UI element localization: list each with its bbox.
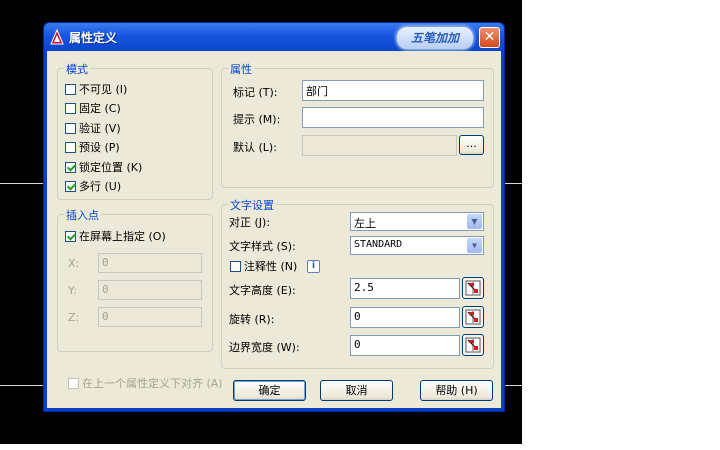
x-label: X: [68,257,80,270]
prompt-label: 提示 (M): [233,113,281,126]
dialog-title: 属性定义 [69,31,118,45]
checkbox-annotative[interactable]: 注释性 (N) [230,258,297,274]
close-button[interactable]: ✕ [479,27,500,48]
text-style-select[interactable]: STANDARD ▼ [350,236,484,255]
insertion-point-group-title: 插入点 [64,207,101,223]
cad-line [0,183,44,184]
checkbox-label: 锁定位置 (K) [79,161,143,174]
rotation-label: 旋转 (R): [229,313,275,326]
checkbox-box[interactable] [65,102,76,114]
y-label: Y: [68,284,77,297]
title-bar[interactable]: 属性定义 五笔加加 ✕ [44,23,504,51]
checkbox-label: 验证 (V) [79,122,121,135]
checkbox-preset[interactable]: 预设 (P) [65,139,120,155]
pick-height-button[interactable] [462,277,484,299]
checkbox-box[interactable] [65,161,76,173]
cad-line [503,183,522,184]
justify-label: 对正 (J): [229,216,271,229]
pick-point-icon [465,280,481,296]
ime-brand-badge: 五笔加加 [396,26,474,50]
checkbox-label: 多行 (U) [79,180,122,193]
checkbox-label: 注释性 (N) [244,260,298,273]
pick-rotation-button[interactable] [462,306,484,328]
tag-input[interactable]: 部门 [302,80,484,101]
text-style-select-value: STANDARD [354,239,403,250]
ok-button[interactable]: 确定 [233,380,306,401]
info-icon[interactable]: i [307,260,320,273]
checkbox-align-below-previous[interactable]: 在上一个属性定义下对齐 (A) [68,375,223,391]
y-coordinate-field[interactable]: 0 [98,280,202,300]
dialog-client-area: 模式 不可见 (I) 固定 (C) 验证 (V) 预设 (P) 锁定位置 (K) [47,51,501,408]
z-label: Z: [68,311,80,324]
checkbox-label: 固定 (C) [79,102,121,115]
z-coordinate-field[interactable]: 0 [98,307,202,327]
text-style-label: 文字样式 (S): [229,240,296,253]
checkbox-label: 在屏幕上指定 (O) [79,230,166,243]
tag-label: 标记 (T): [233,86,278,99]
justify-select-value: 左上 [354,217,376,230]
dropdown-arrow-icon[interactable]: ▼ [467,238,482,253]
autocad-app-icon [50,29,64,45]
pick-point-icon [465,337,481,353]
cad-line [503,385,522,386]
checkbox-specify-on-screen[interactable]: 在屏幕上指定 (O) [65,228,166,244]
cad-line [0,385,44,386]
checkbox-box[interactable] [65,230,76,242]
text-settings-group: 文字设置 对正 (J): 左上 ▼ 文字样式 (S): STANDARD ▼ 注… [221,197,494,369]
prompt-input[interactable] [302,107,484,128]
mode-group-title: 模式 [64,61,90,77]
checkbox-invisible[interactable]: 不可见 (I) [65,81,127,97]
x-coordinate-field[interactable]: 0 [98,253,202,273]
checkbox-label: 不可见 (I) [79,83,128,96]
attribute-group-title: 属性 [228,61,254,77]
text-height-label: 文字高度 (E): [229,284,296,297]
dropdown-arrow-icon[interactable]: ▼ [467,214,482,229]
default-label: 默认 (L): [233,141,277,154]
text-settings-group-title: 文字设置 [228,197,276,213]
attribute-definition-dialog: 属性定义 五笔加加 ✕ 模式 不可见 (I) 固定 (C) 验证 (V) 预设 … [43,22,505,412]
cancel-button[interactable]: 取消 [320,380,393,401]
default-input[interactable] [302,135,457,156]
checkbox-box[interactable] [230,260,241,272]
boundary-width-input[interactable]: 0 [350,335,460,356]
checkbox-box[interactable] [65,141,76,153]
insertion-point-group: 插入点 在屏幕上指定 (O) X: 0 Y: 0 Z: 0 [57,207,213,352]
checkbox-box[interactable] [68,377,79,389]
checkbox-verify[interactable]: 验证 (V) [65,120,121,136]
attribute-group: 属性 标记 (T): 部门 提示 (M): 默认 (L): ... [221,61,494,188]
rotation-input[interactable]: 0 [350,307,460,328]
pick-point-icon [465,309,481,325]
checkbox-box[interactable] [65,122,76,134]
justify-select[interactable]: 左上 ▼ [350,212,484,231]
checkbox-box[interactable] [65,83,76,95]
checkbox-box[interactable] [65,180,76,192]
checkbox-constant[interactable]: 固定 (C) [65,100,121,116]
insert-field-button[interactable]: ... [459,135,484,155]
text-height-input[interactable]: 2.5 [350,278,460,299]
checkbox-label: 预设 (P) [79,141,120,154]
checkbox-lock-position[interactable]: 锁定位置 (K) [65,159,142,175]
checkbox-multiline[interactable]: 多行 (U) [65,178,121,194]
checkbox-label: 在上一个属性定义下对齐 (A) [82,377,223,390]
pick-boundary-button[interactable] [462,334,484,356]
help-button[interactable]: 帮助 (H) [420,380,493,401]
mode-group: 模式 不可见 (I) 固定 (C) 验证 (V) 预设 (P) 锁定位置 (K) [57,61,213,200]
boundary-width-label: 边界宽度 (W): [229,341,300,354]
